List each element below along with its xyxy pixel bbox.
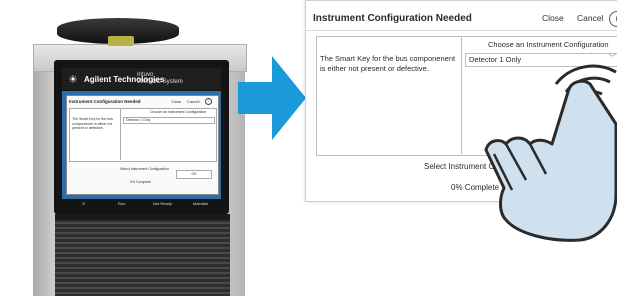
model-line-2: 9000 GC System <box>137 79 183 85</box>
close-button[interactable]: Close <box>542 13 564 23</box>
mini-select-label: Select Instrument Configuration <box>120 167 170 171</box>
arrow-shape <box>238 56 306 140</box>
mini-ok-button[interactable]: OK <box>176 170 212 179</box>
mini-message: The Smart Key for the bus componenent is… <box>72 117 113 130</box>
model-title: Intuvo 9000 GC System <box>137 72 183 86</box>
mini-table-divider <box>120 108 121 160</box>
dialog-title: Instrument Configuration Needed <box>313 13 472 24</box>
mini-cancel-button[interactable]: Cancel <box>187 99 199 104</box>
status-maintain[interactable]: Maintain <box>193 201 208 206</box>
status-run[interactable]: Run <box>118 201 125 206</box>
error-message: The Smart Key for the bus componenent is… <box>320 54 456 73</box>
arrow-right-icon <box>238 56 306 140</box>
mini-choose-label: Choose an Instrument Configuration <box>150 110 207 114</box>
agilent-spark-icon: ☀ <box>68 74 78 86</box>
instrument-lower-vent <box>55 214 230 296</box>
mini-close-button[interactable]: Close <box>171 99 181 104</box>
mini-config-select[interactable]: Detector 1 Only <box>123 117 215 124</box>
touch-hand-icon <box>484 64 617 242</box>
power-icon[interactable]: ⊙ <box>82 201 85 206</box>
dialog-header-divider <box>305 30 617 31</box>
inlet-ring <box>108 36 134 46</box>
config-table-divider <box>461 36 462 154</box>
hand-shape <box>484 79 617 242</box>
status-not-ready[interactable]: Not Ready <box>153 201 172 206</box>
mini-help-icon[interactable]: ? <box>205 98 212 105</box>
mini-progress: 0% Complete <box>130 180 152 184</box>
instrument-lower-shadow <box>55 214 230 220</box>
mini-dialog-title: Instrument Configuration Needed <box>69 99 141 104</box>
cancel-button[interactable]: Cancel <box>577 13 603 23</box>
model-line-1: Intuvo <box>137 72 154 78</box>
instrument-side-panel <box>33 70 55 296</box>
